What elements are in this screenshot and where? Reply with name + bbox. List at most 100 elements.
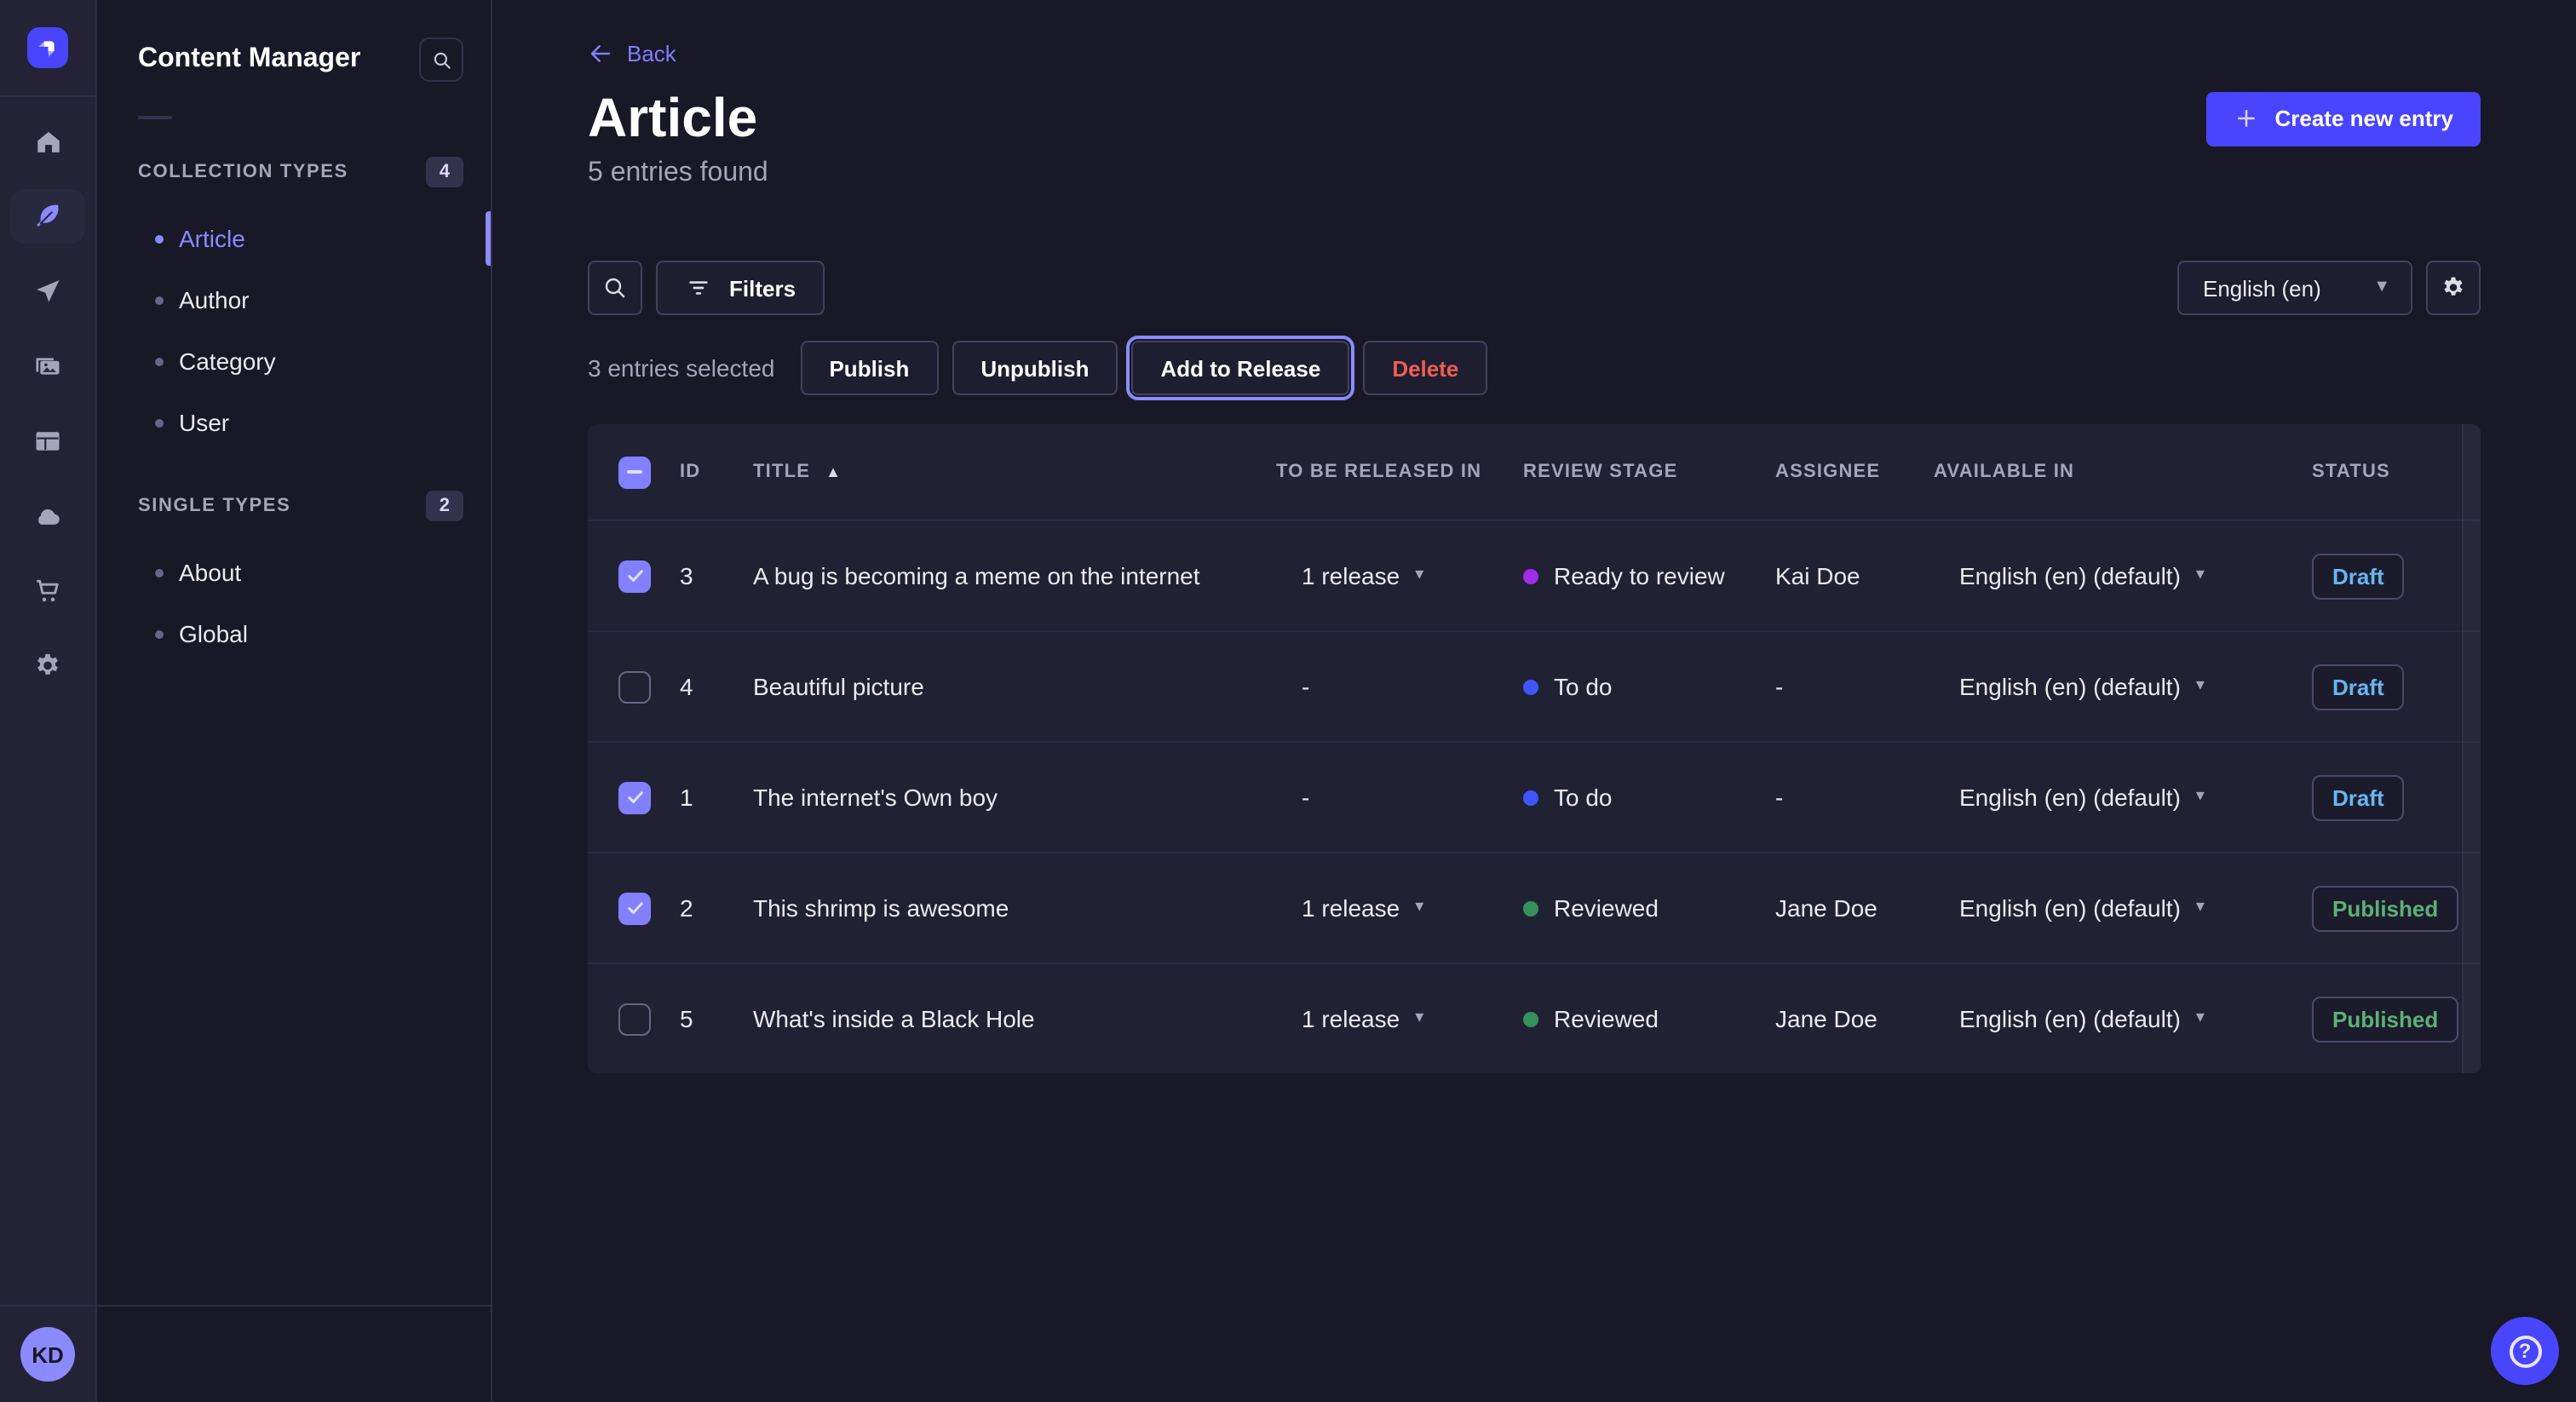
- create-new-entry-button[interactable]: Create new entry: [2206, 91, 2481, 146]
- available-in-value: English (en) (default): [1959, 673, 2181, 700]
- search-icon: [430, 49, 452, 71]
- column-header-status[interactable]: STATUS: [2312, 462, 2481, 482]
- subnav-title: Content Manager: [138, 44, 360, 75]
- app: KD Content Manager COLLECTION TYPES4 Arti…: [0, 0, 2576, 1402]
- section-label: SINGLE TYPES: [138, 496, 290, 516]
- table-row[interactable]: 1The internet's Own boy-To do-English (e…: [588, 741, 2481, 852]
- bullet-icon: [155, 629, 164, 638]
- column-header-review-stage[interactable]: REVIEW STAGE: [1520, 462, 1775, 482]
- title-row: Article Create new entry: [588, 87, 2481, 150]
- subnav-footer: [97, 1305, 491, 1402]
- cell-to-be-released-in: -: [1276, 673, 1520, 700]
- locales-dropdown[interactable]: English (en) (default)▾: [1934, 673, 2312, 700]
- rail-item-home-icon[interactable]: [10, 114, 85, 169]
- column-header-to-be-released-in[interactable]: TO BE RELEASED IN: [1276, 462, 1520, 482]
- locales-dropdown[interactable]: English (en) (default)▾: [1934, 562, 2312, 589]
- table-row[interactable]: 3A bug is becoming a meme on the interne…: [588, 520, 2481, 630]
- sidebar-item-author[interactable]: Author: [97, 269, 491, 330]
- toolbar: Filters English (en) ▼: [588, 261, 2481, 315]
- delete-button[interactable]: Delete: [1363, 341, 1487, 395]
- section-count-badge: 4: [426, 157, 463, 187]
- section-head: COLLECTION TYPES4: [97, 157, 491, 187]
- cell-assignee: Jane Doe: [1775, 1005, 1934, 1032]
- row-checkbox[interactable]: [618, 560, 651, 592]
- cell-status: Draft: [2312, 664, 2481, 710]
- locale-select[interactable]: English (en) ▼: [2177, 261, 2412, 315]
- table-body: 3A bug is becoming a meme on the interne…: [588, 520, 2481, 1073]
- chevron-down-icon: ▾: [2196, 567, 2205, 584]
- release-dropdown[interactable]: 1 release▾: [1276, 562, 1520, 589]
- rail-item-settings-gear-icon[interactable]: [10, 639, 85, 693]
- publish-button[interactable]: Publish: [800, 341, 938, 395]
- cloud-icon: [32, 501, 63, 531]
- add-to-release-button[interactable]: Add to Release: [1131, 341, 1349, 395]
- question-mark-icon: ?: [2509, 1335, 2541, 1367]
- status-badge: Draft: [2312, 664, 2405, 710]
- stage-label: Reviewed: [1554, 894, 1659, 922]
- selection-count: 3 entries selected: [588, 354, 774, 382]
- row-checkbox[interactable]: [618, 670, 651, 703]
- cell-to-be-released-in: 1 release▾: [1276, 562, 1520, 589]
- table-scrollbar-gutter[interactable]: [2462, 424, 2481, 1073]
- locales-dropdown[interactable]: English (en) (default)▾: [1934, 894, 2312, 922]
- stage-label: To do: [1554, 784, 1613, 811]
- rail-item-media-library-icon[interactable]: [10, 339, 85, 394]
- column-header-label: ASSIGNEE: [1775, 462, 1880, 482]
- rail-item-cloud-icon[interactable]: [10, 489, 85, 543]
- row-checkbox[interactable]: [618, 1003, 651, 1035]
- unpublish-button[interactable]: Unpublish: [952, 341, 1118, 395]
- release-value: 1 release: [1302, 894, 1400, 922]
- filters-button[interactable]: Filters: [656, 261, 825, 315]
- sidebar-item-global[interactable]: Global: [97, 603, 491, 664]
- cell-review-stage: To do: [1520, 784, 1775, 811]
- rail-item-content-manager-feather-icon[interactable]: [10, 189, 85, 244]
- chevron-down-icon: ▾: [2196, 1010, 2205, 1027]
- strapi-logo[interactable]: [27, 27, 68, 68]
- table-row[interactable]: 4Beautiful picture-To do-English (en) (d…: [588, 630, 2481, 741]
- sidebar-item-about[interactable]: About: [97, 542, 491, 603]
- avatar[interactable]: KD: [20, 1327, 75, 1382]
- rail-item-content-type-builder-icon[interactable]: [10, 414, 85, 468]
- sidebar-item-label: User: [179, 409, 229, 436]
- sidebar-item-article[interactable]: Article: [97, 208, 491, 269]
- cell-review-stage: Reviewed: [1520, 1005, 1775, 1032]
- cell-assignee: Kai Doe: [1775, 562, 1934, 589]
- cell-review-stage: Reviewed: [1520, 894, 1775, 922]
- locales-dropdown[interactable]: English (en) (default) ▾: [1934, 1005, 2312, 1032]
- status-badge: Published: [2312, 996, 2458, 1042]
- chevron-down-icon: ▾: [1415, 567, 1423, 584]
- release-value: -: [1302, 784, 1309, 811]
- row-checkbox[interactable]: [618, 892, 651, 924]
- subnav-search-button[interactable]: [419, 37, 463, 82]
- table-row[interactable]: 5What's inside a Black Hole1 release▾Rev…: [588, 962, 2481, 1073]
- select-all-checkbox[interactable]: [618, 456, 651, 488]
- release-dropdown[interactable]: 1 release▾: [1276, 1005, 1520, 1032]
- release-dropdown[interactable]: 1 release▾: [1276, 894, 1520, 922]
- stage-label: To do: [1554, 673, 1613, 700]
- filters-label: Filters: [729, 275, 796, 301]
- cell-title: A bug is becoming a meme on the internet: [753, 562, 1276, 589]
- sidebar-item-user[interactable]: User: [97, 392, 491, 453]
- column-header-title[interactable]: TITLE▲: [753, 462, 1276, 482]
- rail-item-marketplace-cart-icon[interactable]: [10, 564, 85, 618]
- locales-dropdown[interactable]: English (en) (default)▾: [1934, 784, 2312, 811]
- entries-table: IDTITLE▲TO BE RELEASED INREVIEW STAGEASS…: [588, 424, 2481, 1073]
- table-search-button[interactable]: [588, 261, 642, 315]
- view-settings-button[interactable]: [2426, 261, 2481, 315]
- available-in-value: English (en) (default): [1959, 1005, 2181, 1032]
- column-header-available-in[interactable]: AVAILABLE IN: [1934, 462, 2312, 482]
- selection-buttons: Publish UnpublishAdd to Release Delete: [800, 341, 1487, 395]
- rail-item-releases-paper-plane-icon[interactable]: [10, 264, 85, 319]
- help-button[interactable]: ?: [2491, 1317, 2559, 1385]
- column-header-id[interactable]: ID: [680, 462, 753, 482]
- table-row[interactable]: 2This shrimp is awesome1 release▾Reviewe…: [588, 852, 2481, 962]
- row-checkbox[interactable]: [618, 781, 651, 813]
- stage-dot-icon: [1523, 679, 1538, 694]
- column-header-label: STATUS: [2312, 462, 2390, 482]
- back-link[interactable]: Back: [588, 41, 676, 66]
- bullet-icon: [155, 568, 164, 577]
- column-header-assignee[interactable]: ASSIGNEE: [1775, 462, 1934, 482]
- cell-available-in: English (en) (default)▾: [1934, 673, 2312, 700]
- sidebar-item-category[interactable]: Category: [97, 330, 491, 392]
- release-value: -: [1302, 673, 1309, 700]
